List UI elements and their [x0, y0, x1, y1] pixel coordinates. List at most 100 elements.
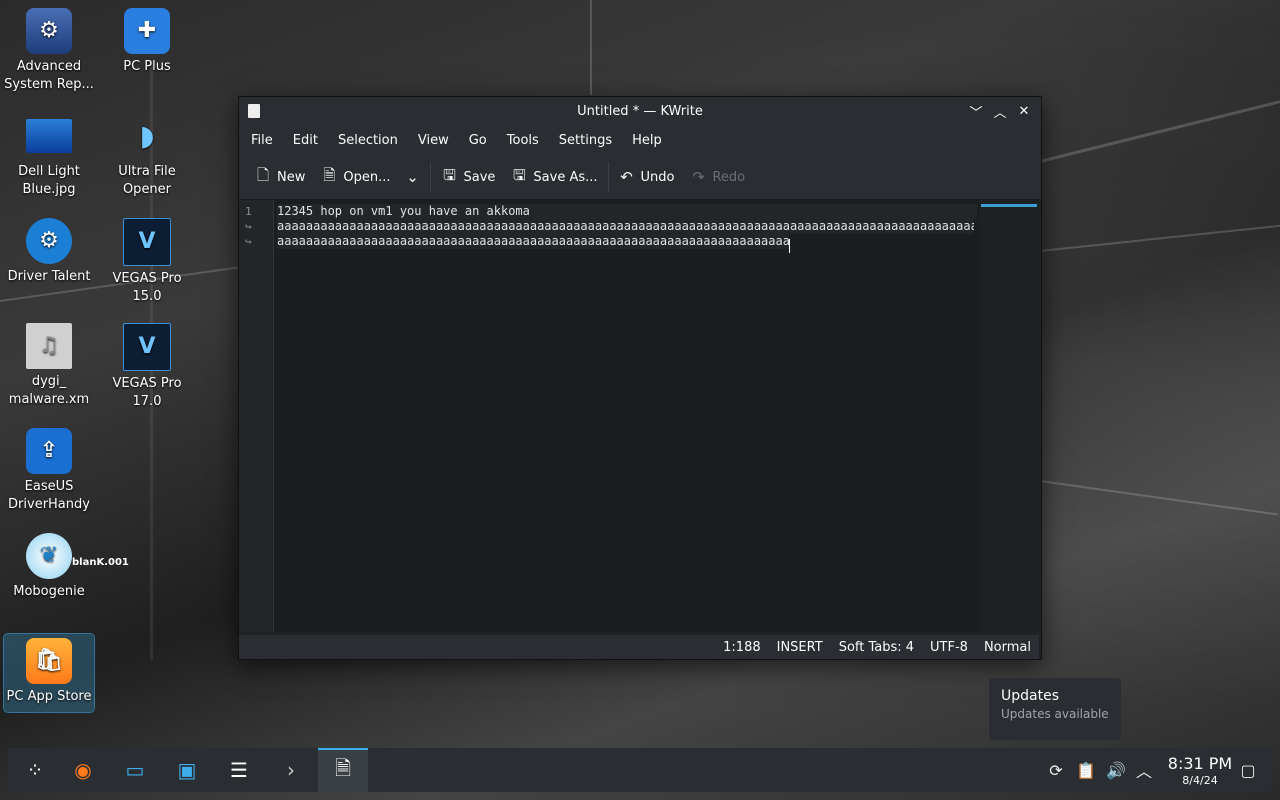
desktop-icon-advanced-system-repair[interactable]: ⚙ Advanced System Rep...: [3, 8, 95, 94]
redo-button-label: Redo: [712, 169, 746, 185]
updates-notification[interactable]: Updates Updates available: [989, 678, 1121, 740]
wrap-indicator: ↪: [245, 220, 252, 233]
wallpaper-text: blanK.001: [72, 557, 129, 568]
text-cursor: [789, 238, 790, 253]
menu-bar: File Edit Selection View Go Tools Settin…: [239, 125, 1041, 155]
desktop-icon-label: VEGAS Pro 15.0: [112, 271, 182, 304]
desktop-icon-label: dygi_ malware.xm: [8, 374, 90, 407]
maximize-button[interactable]: ︿: [991, 102, 1009, 121]
text-line: aaaaaaaaaaaaaaaaaaaaaaaaaaaaaaaaaaaaaaaa…: [277, 234, 789, 249]
wallpaper-streak: [590, 0, 592, 95]
status-bar: 1:188 INSERT Soft Tabs: 4 UTF-8 Normal: [239, 635, 1039, 659]
menu-settings[interactable]: Settings: [549, 133, 622, 148]
save-button-label: Save: [463, 169, 496, 185]
text-line: aaaaaaaaaaaaaaaaaaaaaaaaaaaaaaaaaaaaaaaa…: [277, 219, 974, 234]
clock-date: 8/4/24: [1182, 774, 1218, 787]
window-titlebar[interactable]: Untitled * — KWrite ﹀ ︿ ✕: [239, 97, 1041, 125]
file-manager-icon[interactable]: ▭: [110, 748, 160, 792]
menu-file[interactable]: File: [241, 133, 283, 148]
undo-button-label: Undo: [640, 169, 675, 185]
new-button-label: New: [277, 169, 306, 185]
new-button[interactable]: 🗋 New: [247, 162, 313, 192]
desktop-icon-ultra-file-opener[interactable]: ◗ Ultra File Opener: [101, 113, 193, 199]
window-title: Untitled * — KWrite: [577, 103, 703, 119]
desktop-icon-pc-app-store[interactable]: 🛍 PC App Store: [3, 633, 95, 713]
menu-view[interactable]: View: [408, 133, 459, 148]
desktop-icon-label: Driver Talent: [7, 269, 91, 284]
desktop-icon-easeus-driverhandy[interactable]: ⇪ EaseUS DriverHandy: [3, 428, 95, 514]
desktop-icon-vegas-pro-15[interactable]: V VEGAS Pro 15.0: [101, 218, 193, 306]
encoding-setting[interactable]: UTF-8: [922, 640, 976, 655]
save-icon: 🖫: [443, 165, 456, 184]
document-text[interactable]: 12345 hop on vm1 you have an akkoma aaaa…: [277, 204, 977, 253]
image-file-icon: [26, 119, 72, 153]
cursor-position[interactable]: 1:188: [715, 640, 768, 655]
toolbar-separator: [607, 162, 609, 192]
menu-edit[interactable]: Edit: [283, 133, 328, 148]
toolbar-separator: [430, 162, 432, 192]
clipboard-icon[interactable]: 📋: [1072, 748, 1100, 792]
syntax-mode[interactable]: Normal: [976, 640, 1039, 655]
desktop-icon-label: Dell Light Blue.jpg: [18, 164, 80, 197]
wallpaper-streak: [1039, 97, 1280, 163]
upload-gear-icon: ⇪: [26, 428, 72, 474]
save-as-icon: 🖫: [513, 165, 526, 184]
open-button[interactable]: 🗎 Open... ⌄: [313, 162, 428, 192]
wallpaper-streak: [1039, 222, 1280, 252]
clock[interactable]: 8:31 PM 8/4/24: [1160, 754, 1240, 787]
menu-selection[interactable]: Selection: [328, 133, 408, 148]
desktop-icon-label: EaseUS DriverHandy: [8, 479, 90, 512]
discover-store-icon[interactable]: ▣: [162, 748, 212, 792]
desktop-icon-dygi-malware[interactable]: ♫ dygi_ malware.xm: [3, 323, 95, 409]
main-toolbar: 🗋 New 🗎 Open... ⌄ 🖫 Save 🖫 Save As... ↶ …: [239, 155, 1041, 200]
terminal-icon[interactable]: ›: [266, 748, 316, 792]
menu-help[interactable]: Help: [622, 133, 672, 148]
shield-gear-icon: ⚙: [26, 8, 72, 54]
open-button-label: Open...: [343, 169, 391, 185]
updates-tray-icon[interactable]: ⟳: [1042, 748, 1070, 792]
chevron-up-icon[interactable]: ︿: [1130, 748, 1158, 792]
save-as-button[interactable]: 🖫 Save As...: [503, 162, 605, 192]
notification-title: Updates: [1001, 688, 1059, 704]
text-line: 12345 hop on vm1 you have an akkoma: [277, 204, 977, 219]
redo-icon: ↷: [692, 168, 705, 186]
desktop-icon-vegas-pro-17[interactable]: V VEGAS Pro 17.0: [101, 323, 193, 411]
firefox-icon[interactable]: ◉: [58, 748, 108, 792]
menu-go[interactable]: Go: [459, 133, 497, 148]
new-document-icon: 🗋: [256, 165, 270, 184]
save-as-button-label: Save As...: [533, 169, 598, 185]
clock-time: 8:31 PM: [1167, 754, 1233, 773]
desktop-icon-label: Mobogenie: [13, 584, 85, 599]
input-mode[interactable]: INSERT: [769, 640, 831, 655]
vegas-v-icon: V: [123, 218, 171, 266]
kwrite-icon[interactable]: 🗎: [318, 748, 368, 792]
wrap-indicator: ↪: [245, 235, 252, 248]
desktop-icon-label: Ultra File Opener: [118, 164, 176, 197]
desktop-icon-dell-light-blue[interactable]: Dell Light Blue.jpg: [3, 113, 95, 199]
desktop-icon-label: PC Plus: [123, 59, 171, 74]
desktop-icon-label: PC App Store: [6, 689, 92, 704]
save-button[interactable]: 🖫 Save: [433, 162, 503, 192]
desktop-icon-pc-plus[interactable]: ✚ PC Plus: [101, 8, 193, 76]
desktop-icon-label: Advanced System Rep...: [4, 59, 94, 92]
minimap-viewport[interactable]: [981, 204, 1037, 207]
kwrite-window: Untitled * — KWrite ﹀ ︿ ✕ File Edit Sele…: [238, 96, 1042, 660]
gear-icon: ⚙: [26, 218, 72, 264]
show-desktop-icon[interactable]: ▢: [1234, 748, 1262, 792]
minimap-scrollbar[interactable]: [979, 200, 1039, 632]
system-settings-icon[interactable]: ☰: [214, 748, 264, 792]
editor-area[interactable]: 1 ↪ ↪ 12345 hop on vm1 you have an akkom…: [239, 200, 1039, 632]
minimize-button[interactable]: ﹀: [967, 102, 985, 121]
close-button[interactable]: ✕: [1015, 102, 1033, 120]
redo-button[interactable]: ↷ Redo: [682, 162, 753, 192]
menu-tools[interactable]: Tools: [497, 133, 549, 148]
volume-icon[interactable]: 🔊: [1102, 748, 1130, 792]
undo-button[interactable]: ↶ Undo: [611, 162, 683, 192]
app-launcher-icon[interactable]: ⁘: [10, 748, 60, 792]
chevron-down-icon[interactable]: ⌄: [404, 168, 420, 186]
indentation-setting[interactable]: Soft Tabs: 4: [831, 640, 922, 655]
desktop-icon-driver-talent[interactable]: ⚙ Driver Talent: [3, 218, 95, 286]
undo-icon: ↶: [620, 168, 633, 186]
vegas-v-icon: V: [123, 323, 171, 371]
notification-subtitle: Updates available: [1001, 707, 1109, 721]
